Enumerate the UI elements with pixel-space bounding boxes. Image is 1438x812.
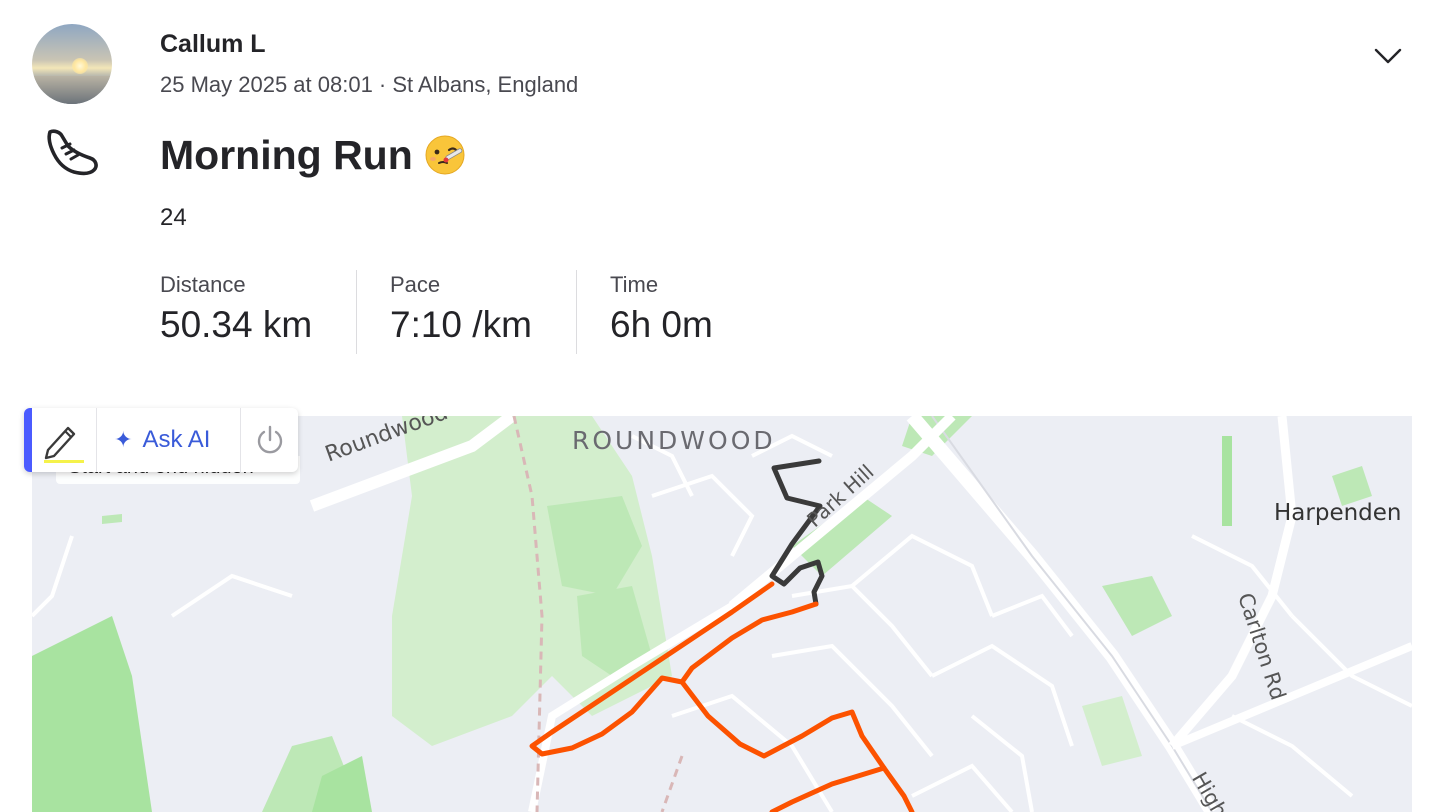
activity-meta: 25 May 2025 at 08:01 · St Albans, Englan… <box>160 72 579 97</box>
face-with-thermometer-icon <box>425 135 465 175</box>
stat-label: Pace <box>390 272 441 297</box>
pencil-icon[interactable] <box>38 420 86 464</box>
power-icon[interactable] <box>254 424 286 456</box>
map-label-area: ROUNDWOOD <box>572 426 776 455</box>
stat-label: Time <box>610 272 659 297</box>
map-rail <box>660 755 684 812</box>
running-shoe-icon <box>47 129 98 176</box>
map-park <box>102 514 122 524</box>
stat-time: Time 6h 0m <box>610 272 713 346</box>
map-park <box>1102 576 1172 636</box>
chevron-down-icon[interactable] <box>1372 44 1404 68</box>
sparkle-icon: ✦ <box>114 427 133 452</box>
stat-distance: Distance 50.34 km <box>160 272 312 346</box>
stat-pace: Pace 7:10 /km <box>390 272 532 346</box>
map-label-town: Harpenden <box>1274 500 1402 526</box>
stat-value: 7:10 /km <box>390 304 532 345</box>
stat-label: Distance <box>160 272 246 297</box>
toolbar-accent <box>24 408 32 472</box>
map-park <box>32 616 152 812</box>
activity-title-row: Morning Run <box>160 128 467 182</box>
ask-ai-button[interactable]: ✦ Ask AI <box>114 422 210 458</box>
avatar-sun <box>72 58 88 74</box>
route-path <box>679 601 819 685</box>
stat-value: 50.34 km <box>160 304 313 345</box>
map-road <box>1170 642 1412 750</box>
activity-title[interactable]: Morning Run <box>160 132 413 179</box>
avatar-horizon <box>32 76 112 104</box>
map-minor-roads <box>32 433 1412 812</box>
athlete-name[interactable]: Callum L <box>160 30 266 59</box>
stat-divider <box>356 270 357 354</box>
toolbar-separator <box>96 408 97 472</box>
stat-divider <box>576 270 577 354</box>
ask-ai-label: Ask AI <box>142 426 211 453</box>
avatar[interactable] <box>32 24 112 104</box>
map-park <box>1222 436 1232 526</box>
toolbar-separator <box>240 408 241 472</box>
activity-description: 24 <box>160 204 187 231</box>
map-park <box>1082 696 1142 766</box>
stat-value: 6h 0m <box>610 304 713 345</box>
